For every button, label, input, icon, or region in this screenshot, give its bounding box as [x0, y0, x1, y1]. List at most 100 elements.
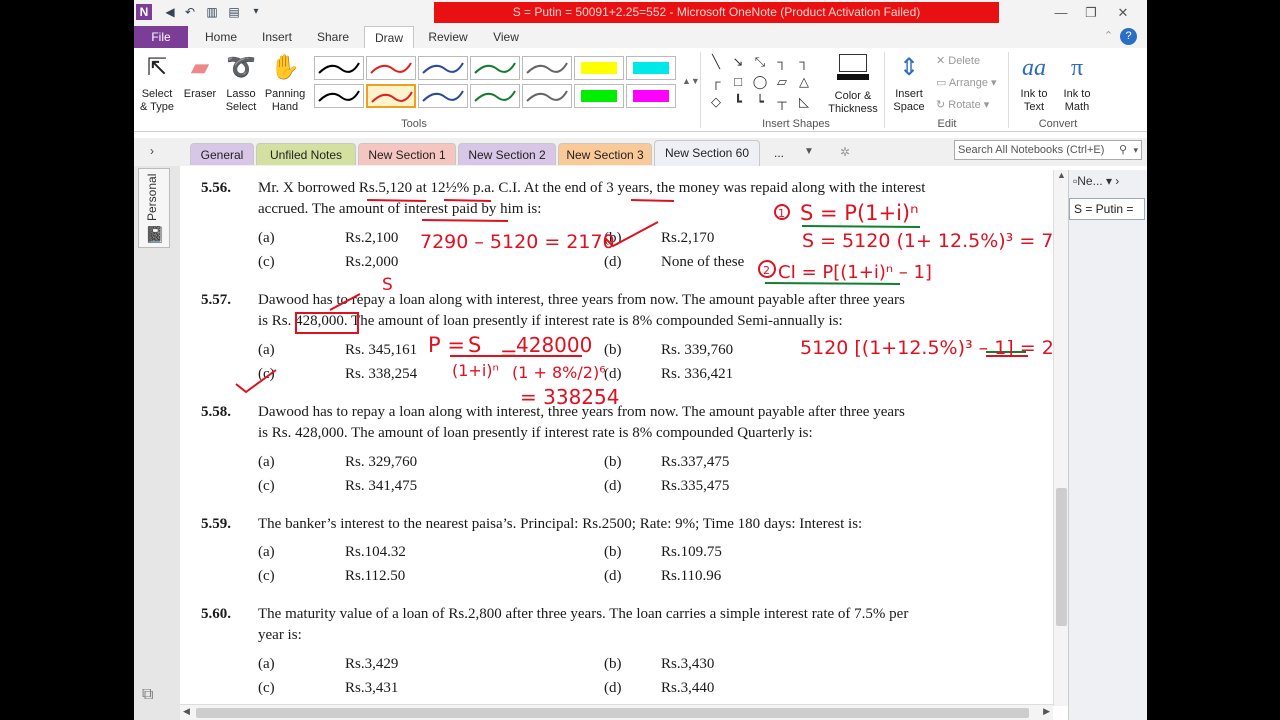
new-section-icon[interactable]: ✲	[840, 145, 850, 159]
ink-underline	[421, 219, 509, 222]
tab-file[interactable]: File	[134, 26, 188, 48]
lasso-select-button[interactable]: ➰ Lasso Select	[222, 52, 260, 114]
insert-shapes-group-label: Insert Shapes	[762, 118, 830, 130]
back-icon[interactable]: ◀	[162, 4, 178, 20]
collapse-ribbon-icon[interactable]: ⌃	[1100, 28, 1117, 45]
search-icon[interactable]: ⚲	[1119, 141, 1127, 159]
rectangle-shape-icon[interactable]: □	[730, 74, 746, 90]
pen-swatch[interactable]	[366, 84, 416, 108]
search-scope-icon[interactable]: ▾	[1133, 141, 1138, 159]
help-icon[interactable]: ?	[1120, 28, 1137, 45]
pen-swatch[interactable]	[626, 84, 676, 108]
pen-swatch[interactable]	[314, 84, 364, 108]
new-page-button[interactable]: ▫Ne... ▾ ›	[1073, 174, 1119, 188]
select-type-label: Select & Type	[139, 88, 175, 113]
vertical-scrollbar[interactable]: ▲	[1053, 170, 1068, 706]
tab-review[interactable]: Review	[422, 26, 474, 48]
rotate-button[interactable]: ↻ Rotate ▾	[936, 98, 989, 111]
line-shape-icon[interactable]: ╲	[708, 54, 724, 70]
axis4-shape-icon[interactable]: ┬	[774, 94, 790, 110]
pen-swatch[interactable]	[470, 56, 520, 80]
expand-navigation-icon[interactable]: ›	[150, 144, 154, 158]
ink-s-mark: S	[382, 275, 393, 295]
axis2-shape-icon[interactable]: ┗	[730, 94, 746, 110]
panning-hand-button[interactable]: ✋ Panning Hand	[262, 52, 308, 114]
section-tab-new-section-2[interactable]: New Section 2	[458, 143, 556, 165]
pen-swatch[interactable]	[470, 84, 520, 108]
minimize-icon[interactable]: —	[1046, 3, 1076, 23]
section-tab-unfiled-notes[interactable]: Unfiled Notes	[256, 143, 356, 165]
tab-draw[interactable]: Draw	[364, 26, 414, 48]
vertical-scroll-thumb[interactable]	[1056, 488, 1067, 626]
unfiled-notes-icon[interactable]: ⧉	[142, 686, 153, 704]
red-ink	[235, 199, 1028, 394]
more-sections-button[interactable]: ...	[774, 146, 784, 160]
tab-view[interactable]: View	[484, 26, 528, 48]
ink-underline	[443, 199, 492, 202]
axis-shape-icon[interactable]: ┐	[774, 54, 790, 70]
ink-p-den2: (1 + 8%/2)⁶	[512, 363, 606, 382]
ink-formula-3: CI = P[(1+i)ⁿ – 1]	[778, 262, 932, 283]
section-tab-new-section-60[interactable]: New Section 60	[654, 140, 760, 166]
section-tab-new-section-3[interactable]: New Section 3	[558, 143, 652, 165]
pen-swatch[interactable]	[314, 56, 364, 80]
notebook-icon: 📓	[145, 227, 165, 244]
color-thickness-button[interactable]: Color & Thickness	[824, 52, 882, 116]
dock-icon[interactable]: ▥	[204, 4, 220, 20]
corner-shape-icon[interactable]: ┌	[708, 74, 724, 90]
tab-home[interactable]: Home	[198, 26, 244, 48]
insert-space-button[interactable]: ⇕ Insert Space	[888, 52, 930, 114]
ink-to-math-button[interactable]: π Ink to Math	[1056, 52, 1098, 114]
pen-swatch[interactable]	[366, 56, 416, 80]
arrow-shape-icon[interactable]: ↘	[730, 54, 746, 70]
ink-p-eq: =	[500, 341, 518, 365]
parallelogram-shape-icon[interactable]: ▱	[774, 74, 790, 90]
arrange-button[interactable]: ▭ Arrange ▾	[936, 76, 997, 89]
ellipse-shape-icon[interactable]: ◯	[752, 74, 768, 90]
ink-underline	[764, 282, 901, 285]
double-arrow-shape-icon[interactable]: ⤡	[752, 54, 768, 70]
ink-formula-2: S = 5120 (1+ 12.5%)³ = 7290	[802, 230, 1053, 252]
search-input[interactable]: Search All Notebooks (Ctrl+E) ⚲ ▾	[954, 140, 1142, 160]
right-triangle-shape-icon[interactable]: ◺	[796, 94, 812, 110]
select-type-button[interactable]: ⇱ Select & Type	[138, 52, 176, 114]
ink-annotations: 1 S = P(1+i)ⁿ S = 5120 (1+ 12.5%)³ = 729…	[235, 199, 1053, 409]
page-item-s-putin[interactable]: S = Putin =	[1069, 198, 1145, 220]
pen-swatch[interactable]	[418, 56, 468, 80]
ink-arrow	[329, 293, 361, 311]
fullpage-icon[interactable]: ▤	[226, 4, 242, 20]
ink-to-text-button[interactable]: aa Ink to Text	[1014, 52, 1054, 114]
pen-swatch[interactable]	[626, 56, 676, 80]
triangle-shape-icon[interactable]: △	[796, 74, 812, 90]
tab-share[interactable]: Share	[310, 26, 356, 48]
pen-swatch[interactable]	[418, 84, 468, 108]
axis-corner-shape-icon[interactable]: ┐	[796, 54, 812, 70]
axis3-shape-icon[interactable]: ┕	[752, 94, 768, 110]
customize-qat-icon[interactable]: ▾	[248, 4, 264, 20]
undo-icon[interactable]: ↶	[182, 4, 198, 20]
arrange-label: Arrange	[948, 77, 988, 89]
eraser-button[interactable]: ▰ Eraser	[180, 52, 220, 101]
onenote-app-icon[interactable]: N	[136, 4, 152, 20]
pen-swatch[interactable]	[522, 84, 572, 108]
notebook-tab-personal[interactable]: Personal 📓	[138, 168, 170, 248]
pen-swatch[interactable]	[574, 84, 624, 108]
ink-underline	[630, 199, 675, 202]
scroll-left-icon[interactable]: ◀	[183, 706, 190, 717]
diamond-shape-icon[interactable]: ◇	[708, 94, 724, 110]
close-icon[interactable]: ✕	[1108, 3, 1138, 23]
page-canvas[interactable]: 5.56. Mr. X borrowed Rs.5,120 at 12½% p.a…	[180, 166, 1053, 706]
section-tab-general[interactable]: General	[190, 143, 254, 165]
section-tab-new-section-1[interactable]: New Section 1	[358, 143, 456, 165]
scroll-up-icon[interactable]: ▲	[1057, 170, 1066, 180]
gallery-scroll-icon[interactable]: ▲▼	[682, 76, 700, 86]
scroll-right-icon[interactable]: ▶	[1043, 706, 1050, 717]
maximize-icon[interactable]: ❐	[1076, 3, 1106, 23]
horizontal-scroll-thumb[interactable]	[196, 708, 1029, 718]
tab-insert[interactable]: Insert	[254, 26, 300, 48]
horizontal-scrollbar[interactable]: ◀ ▶	[180, 704, 1053, 720]
delete-button[interactable]: ✕ Delete	[936, 54, 980, 67]
chevron-down-icon[interactable]: ▼	[804, 146, 814, 157]
pen-swatch[interactable]	[574, 56, 624, 80]
pen-swatch[interactable]	[522, 56, 572, 80]
